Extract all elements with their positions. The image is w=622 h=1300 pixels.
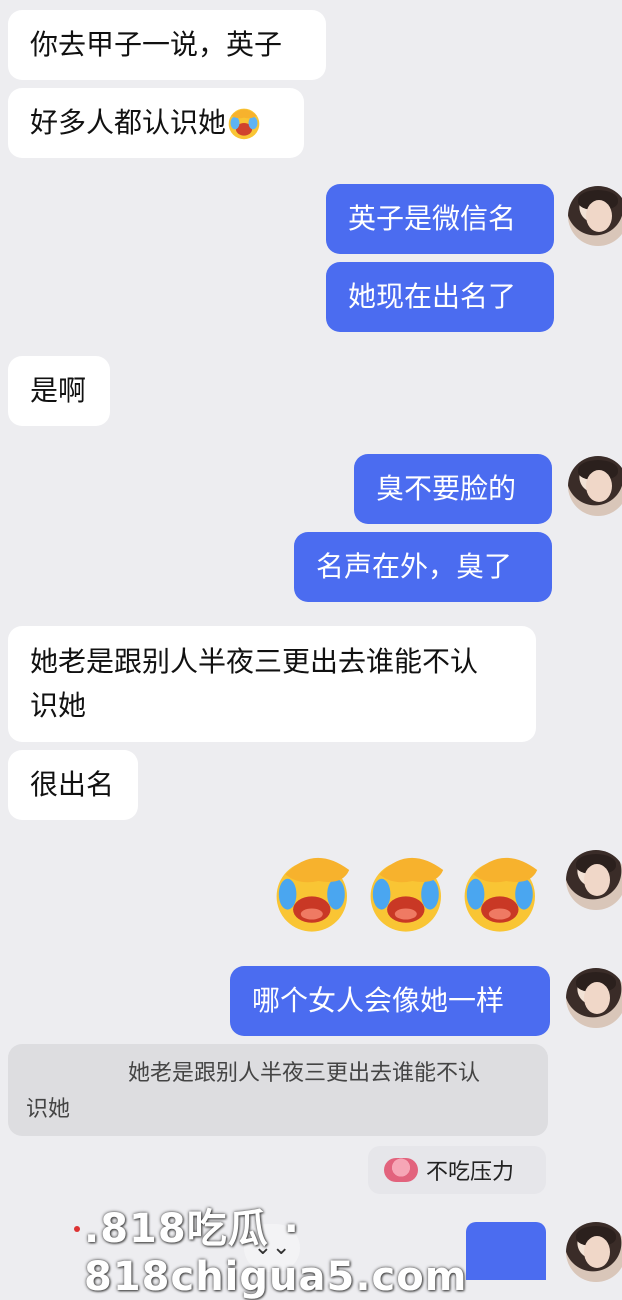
avatar[interactable] xyxy=(568,456,622,516)
heart-sticker-icon xyxy=(384,1158,418,1182)
avatar[interactable] xyxy=(568,186,622,246)
quoted-text-line: 识她 xyxy=(26,1097,71,1122)
message-text: 好多人都认识她 xyxy=(30,106,227,139)
site-watermark: .818吃瓜 · 818chigua5.com xyxy=(84,1206,468,1300)
sticker-label: 不吃压力 xyxy=(426,1160,515,1185)
facepalm-laugh-emoji[interactable] xyxy=(270,848,358,936)
message-bubble-incoming[interactable]: 是啊 xyxy=(8,356,110,426)
sticker-message[interactable]: 不吃压力 xyxy=(368,1146,546,1194)
facepalm-laugh-emoji xyxy=(228,108,260,140)
quoted-reply[interactable]: 她老是跟别人半夜三更出去谁能不认 识她 xyxy=(8,1044,548,1136)
message-bubble-incoming[interactable]: 很出名 xyxy=(8,750,138,820)
message-text: 臭不要脸的 xyxy=(376,472,517,505)
message-bubble-outgoing[interactable]: 她现在出名了 xyxy=(326,262,554,332)
message-text: 是啊 xyxy=(30,374,87,407)
watermark-dot xyxy=(74,1226,80,1232)
avatar[interactable] xyxy=(566,850,622,910)
message-bubble-incoming[interactable]: 你去甲子一说，英子 xyxy=(8,10,326,80)
message-bubble-incoming[interactable]: 她老是跟别人半夜三更出去谁能不认 识她 xyxy=(8,626,536,742)
message-bubble-outgoing[interactable]: 英子是微信名 xyxy=(326,184,554,254)
quoted-text-line: 她老是跟别人半夜三更出去谁能不认 xyxy=(128,1061,481,1086)
facepalm-laugh-emoji[interactable] xyxy=(364,848,452,936)
message-text: 英子是微信名 xyxy=(348,202,517,235)
message-text-line: 她老是跟别人半夜三更出去谁能不认 xyxy=(30,645,479,678)
message-text: 你去甲子一说，英子 xyxy=(30,28,283,61)
message-text: 名声在外，臭了 xyxy=(316,550,513,583)
message-bubble-incoming[interactable]: 好多人都认识她 xyxy=(8,88,304,158)
message-text: 她现在出名了 xyxy=(348,280,517,313)
message-bubble-outgoing[interactable]: 臭不要脸的 xyxy=(354,454,552,524)
message-text-line: 识她 xyxy=(30,689,87,722)
message-text: 很出名 xyxy=(30,768,115,801)
avatar[interactable] xyxy=(566,968,622,1028)
message-bubble-outgoing[interactable]: 名声在外，臭了 xyxy=(294,532,552,602)
message-text: 哪个女人会像她一样 xyxy=(252,984,505,1017)
facepalm-laugh-emoji[interactable] xyxy=(458,848,546,936)
message-bubble-outgoing[interactable]: 哪个女人会像她一样 xyxy=(230,966,550,1036)
